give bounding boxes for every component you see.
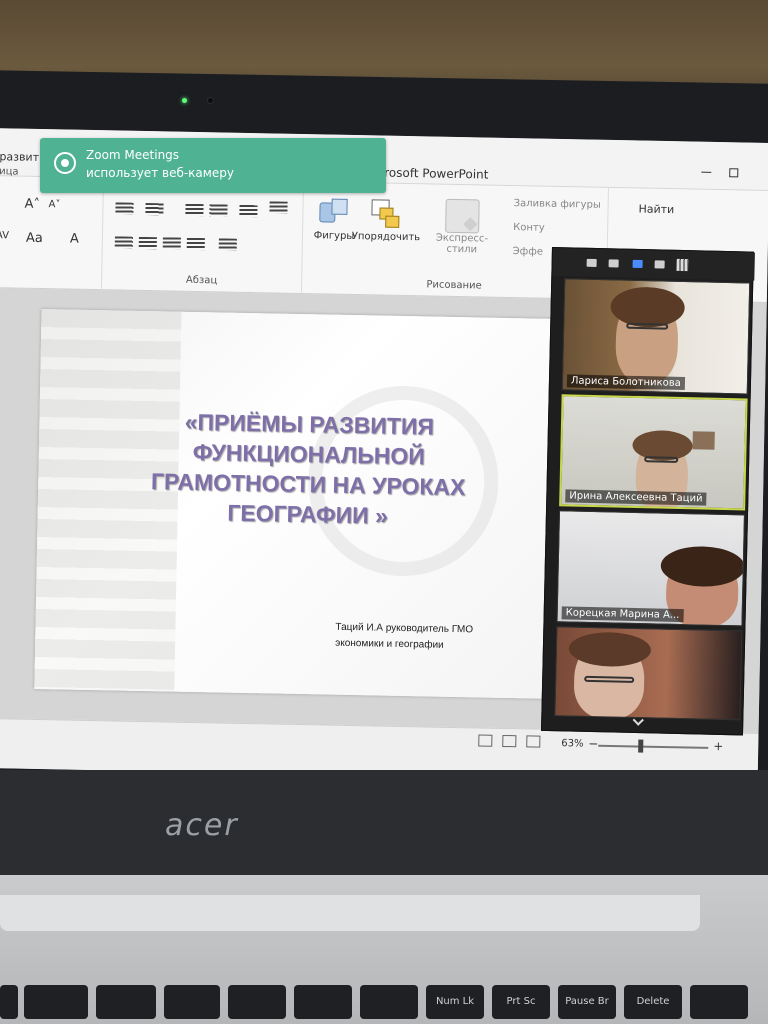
key-pause[interactable]: Pause Br bbox=[558, 985, 616, 1019]
arrange-button[interactable]: Упорядочить bbox=[351, 197, 422, 243]
key-prtsc[interactable]: Prt Sc bbox=[492, 985, 550, 1019]
webcam-lens bbox=[207, 97, 214, 104]
font-color-icon[interactable]: A bbox=[70, 232, 79, 247]
shape-fill-button[interactable]: Заливка фигуры bbox=[514, 198, 601, 211]
title-line-4: ГЕОГРАФИИ » bbox=[227, 499, 389, 529]
participant-name-2: Ирина Алексеевна Таций bbox=[565, 489, 707, 506]
align-left-icon[interactable] bbox=[114, 236, 133, 249]
slide-title[interactable]: «ПРИЁМЫ РАЗВИТИЯ ФУНКЦИОНАЛЬНОЙ ГРАМОТНО… bbox=[147, 406, 469, 532]
ribbon-group-paragraph: Абзац bbox=[101, 178, 305, 295]
key[interactable] bbox=[360, 985, 418, 1019]
hinge-strip bbox=[0, 895, 700, 931]
participant-glasses-1 bbox=[626, 322, 669, 330]
hide-video-icon[interactable] bbox=[608, 259, 619, 268]
shape-effects-button[interactable]: Эффе bbox=[513, 246, 543, 258]
key-power[interactable] bbox=[690, 985, 748, 1019]
slide-canvas[interactable]: «ПРИЁМЫ РАЗВИТИЯ ФУНКЦИОНАЛЬНОЙ ГРАМОТНО… bbox=[34, 309, 552, 699]
find-button[interactable]: Найти bbox=[638, 202, 674, 216]
change-case-icon[interactable]: Aa bbox=[26, 231, 43, 246]
arrange-label: Упорядочить bbox=[351, 230, 421, 244]
zoom-level: 63% bbox=[561, 738, 584, 750]
align-right-icon[interactable] bbox=[162, 237, 181, 250]
participant-glasses-4 bbox=[584, 675, 635, 683]
wall-picture bbox=[692, 431, 715, 450]
quick-styles-button[interactable]: Экспресс-стили bbox=[421, 198, 504, 256]
speaker-view-icon[interactable] bbox=[632, 259, 643, 269]
minimize-video-icon[interactable] bbox=[586, 258, 597, 268]
arrange-icon bbox=[369, 197, 404, 232]
webcam-indicator bbox=[182, 98, 187, 103]
participant-name-3: Корецкая Марина А... bbox=[561, 606, 684, 623]
shape-outline-button[interactable]: Конту bbox=[513, 222, 545, 234]
zoom-slider[interactable] bbox=[598, 744, 709, 749]
key[interactable] bbox=[164, 985, 220, 1019]
participant-name-1: Лариса Болотникова bbox=[566, 374, 685, 391]
strip-view-icon[interactable] bbox=[654, 260, 665, 269]
bullets-icon[interactable] bbox=[115, 202, 134, 215]
participant-glasses-2 bbox=[644, 456, 679, 463]
key-numlk[interactable]: Num Lk bbox=[426, 985, 484, 1019]
slide-author[interactable]: Таций И.А руководитель ГМО экономики и г… bbox=[335, 620, 473, 655]
gallery-view-icon[interactable] bbox=[676, 258, 689, 272]
spacing-icon[interactable]: AV bbox=[0, 230, 9, 241]
zoom-slider-thumb[interactable] bbox=[638, 739, 644, 753]
key[interactable] bbox=[0, 985, 18, 1019]
text-direction-icon[interactable] bbox=[269, 201, 288, 214]
participant-tile-1[interactable]: Лариса Болотникова bbox=[561, 278, 751, 395]
author-line-2: экономики и географии bbox=[335, 637, 444, 651]
sorter-view-icon[interactable] bbox=[502, 734, 517, 748]
minimize-icon[interactable] bbox=[701, 171, 712, 173]
indent-increase-icon[interactable] bbox=[209, 204, 228, 217]
zoom-in-icon[interactable]: + bbox=[713, 739, 723, 753]
quick-styles-label: Экспресс-стили bbox=[435, 232, 489, 256]
shapes-icon bbox=[317, 196, 352, 231]
laptop-hinge bbox=[0, 770, 768, 875]
key[interactable] bbox=[24, 985, 88, 1019]
numbering-icon[interactable] bbox=[145, 203, 164, 216]
paragraph-group-label: Абзац bbox=[185, 274, 218, 287]
participant-tile-3[interactable]: Корецкая Марина А... bbox=[556, 510, 745, 627]
quick-styles-icon bbox=[445, 198, 480, 234]
key[interactable] bbox=[96, 985, 156, 1019]
reading-view-icon[interactable] bbox=[526, 735, 541, 748]
laptop-brand-logo: acer bbox=[165, 808, 239, 843]
webcam-icon bbox=[54, 152, 76, 174]
zoom-notification[interactable]: Zoom Meetings использует веб-камеру bbox=[40, 138, 386, 193]
notification-message: использует веб-камеру bbox=[86, 166, 234, 180]
participant-tile-4[interactable] bbox=[554, 626, 743, 721]
justify-icon[interactable] bbox=[186, 237, 205, 251]
maximize-icon[interactable] bbox=[729, 168, 739, 178]
notification-app: Zoom Meetings bbox=[86, 148, 180, 162]
indent-decrease-icon[interactable] bbox=[185, 203, 204, 217]
font-grow-icon[interactable]: A˄ bbox=[24, 197, 40, 212]
font-shrink-icon[interactable]: A˅ bbox=[48, 199, 60, 210]
key-delete[interactable]: Delete bbox=[624, 985, 682, 1019]
zoom-gallery-panel: Лариса Болотникова Ирина Алексеевна Таци… bbox=[541, 247, 755, 736]
title-line-3: ГРАМОТНОСТИ НА УРОКАХ bbox=[150, 468, 466, 501]
line-spacing-icon[interactable] bbox=[239, 204, 258, 218]
app-title: rosoft PowerPoint bbox=[384, 165, 489, 182]
key[interactable] bbox=[294, 985, 352, 1019]
zoom-out-icon[interactable]: − bbox=[588, 737, 598, 751]
participant-tile-2[interactable]: Ирина Алексеевна Таций bbox=[559, 394, 748, 511]
normal-view-icon[interactable] bbox=[478, 734, 493, 747]
columns-icon[interactable] bbox=[218, 238, 237, 251]
align-center-icon[interactable] bbox=[138, 236, 157, 250]
ribbon-group-font: A˄ A˅ AV Aa A bbox=[0, 175, 105, 291]
gallery-toolbar bbox=[552, 248, 755, 281]
key[interactable] bbox=[228, 985, 286, 1019]
